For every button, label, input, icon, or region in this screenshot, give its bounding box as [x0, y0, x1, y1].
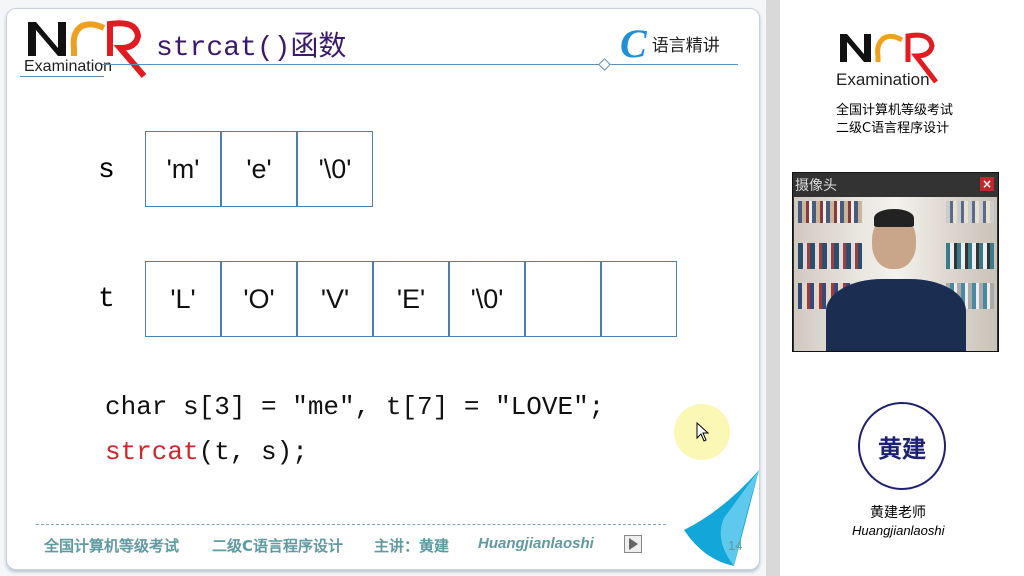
code-func: strcat [105, 437, 199, 467]
array-cell: '\0' [297, 131, 373, 207]
play-icon [629, 538, 638, 550]
camera-title: 摄像头 [795, 178, 837, 194]
header-line [20, 76, 104, 77]
array-cell: 'O' [221, 261, 297, 337]
camera-close-button[interactable]: × [980, 177, 994, 191]
panel-line2: 二级C语言程序设计 [836, 121, 950, 136]
camera-video [794, 197, 997, 351]
array-cell [601, 261, 677, 337]
play-button[interactable] [624, 535, 642, 553]
divider [766, 0, 780, 576]
array-cell: 'E' [373, 261, 449, 337]
teacher-pinyin: Huangjianlaoshi [852, 523, 945, 538]
page-number: 14 [728, 538, 743, 553]
array-cell: '\0' [449, 261, 525, 337]
c-brand: C 语言精讲 [620, 21, 720, 66]
footer-pinyin: Huangjianlaoshi [478, 535, 594, 552]
code-line-1: char s[3] = ″me″, t[7] = ″LOVE″; [105, 392, 605, 422]
code-line-2: strcat(t, s); [105, 437, 308, 467]
teacher-name: 黄建老师 [870, 505, 926, 521]
seal-logo: 黄建 [858, 402, 946, 490]
array-cell: 'V' [297, 261, 373, 337]
slide-title: strcat()函数 [156, 33, 347, 64]
array-cell: 'L' [145, 261, 221, 337]
footer-line [36, 524, 666, 525]
array-cell [525, 261, 601, 337]
footer-exam: 全国计算机等级考试 [44, 537, 180, 555]
c-logo: C [620, 21, 647, 66]
mouse-cursor-icon [696, 421, 710, 446]
page-curl [684, 470, 764, 574]
header-line [102, 64, 508, 65]
row-label-t: t [98, 284, 115, 315]
camera-window[interactable]: 摄像头 × [792, 172, 999, 352]
panel-line1: 全国计算机等级考试 [836, 103, 954, 118]
array-cell: 'm' [145, 131, 221, 207]
row-label-s: s [98, 155, 115, 186]
array-cell: 'e' [221, 131, 297, 207]
ncr-logo: Examination [24, 18, 149, 78]
footer-lecturer: 主讲：黄建 [374, 537, 450, 555]
footer-course: 二级C语言程序设计 [212, 537, 344, 555]
panel-logo: Examination [836, 32, 961, 96]
